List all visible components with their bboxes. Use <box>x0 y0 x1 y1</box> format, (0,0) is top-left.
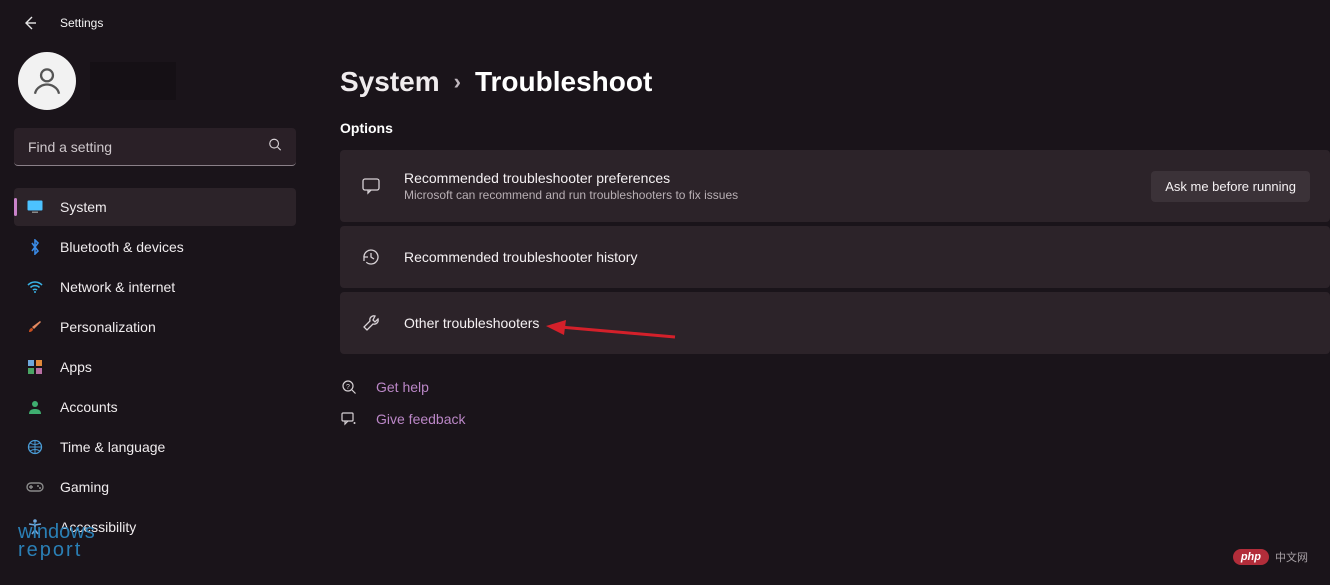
sidebar-item-system[interactable]: System <box>14 188 296 226</box>
get-help-label: Get help <box>376 379 429 395</box>
gamepad-icon <box>26 478 44 496</box>
breadcrumb-current: Troubleshoot <box>475 66 652 98</box>
wrench-icon <box>360 312 382 334</box>
apps-icon <box>26 358 44 376</box>
card-title: Recommended troubleshooter history <box>404 249 1310 265</box>
search-input[interactable] <box>14 128 296 166</box>
feedback-label: Give feedback <box>376 411 466 427</box>
person-icon <box>26 398 44 416</box>
feedback-icon <box>340 410 358 428</box>
titlebar: Settings <box>0 0 1330 46</box>
sidebar-item-gaming[interactable]: Gaming <box>14 468 296 506</box>
help-icon: ? <box>340 378 358 396</box>
sidebar-item-time-language[interactable]: Time & language <box>14 428 296 466</box>
breadcrumb: System › Troubleshoot <box>340 66 1330 98</box>
arrow-left-icon <box>22 15 38 31</box>
sidebar-item-network-internet[interactable]: Network & internet <box>14 268 296 306</box>
history-icon <box>360 246 382 268</box>
accessibility-icon <box>26 518 44 536</box>
badge-text: 中文网 <box>1275 549 1308 565</box>
source-badge: php 中文网 <box>1233 549 1308 565</box>
settings-card[interactable]: Other troubleshooters <box>340 292 1330 354</box>
person-icon <box>30 64 64 98</box>
sidebar-item-label: Accessibility <box>60 519 136 535</box>
globe-clock-icon <box>26 438 44 456</box>
sidebar-item-label: Network & internet <box>60 279 175 295</box>
profile-name <box>90 62 176 100</box>
sidebar-item-label: System <box>60 199 107 215</box>
sidebar-item-label: Apps <box>60 359 92 375</box>
sidebar-item-label: Gaming <box>60 479 109 495</box>
sidebar-item-personalization[interactable]: Personalization <box>14 308 296 346</box>
svg-text:?: ? <box>346 384 350 391</box>
wifi-icon <box>26 278 44 296</box>
settings-card[interactable]: Recommended troubleshooter history <box>340 226 1330 288</box>
help-links: ? Get help Give feedback <box>340 378 1330 428</box>
sidebar-item-label: Accounts <box>60 399 118 415</box>
section-title: Options <box>340 120 1330 136</box>
sidebar-item-bluetooth-devices[interactable]: Bluetooth & devices <box>14 228 296 266</box>
sidebar-item-label: Time & language <box>60 439 165 455</box>
sidebar: System Bluetooth & devices Network & inter… <box>0 46 310 585</box>
sidebar-item-accounts[interactable]: Accounts <box>14 388 296 426</box>
sidebar-item-label: Bluetooth & devices <box>60 239 184 255</box>
search-icon <box>268 138 282 157</box>
main-content: System › Troubleshoot Options Recommende… <box>310 46 1330 585</box>
card-action-dropdown[interactable]: Ask me before running <box>1151 171 1310 202</box>
php-pill: php <box>1233 549 1269 565</box>
nav-list: System Bluetooth & devices Network & inter… <box>14 188 296 546</box>
app-title: Settings <box>60 16 103 30</box>
chevron-right-icon: › <box>454 69 461 95</box>
avatar <box>18 52 76 110</box>
bluetooth-icon <box>26 238 44 256</box>
sidebar-item-label: Personalization <box>60 319 156 335</box>
cards-list: Recommended troubleshooter preferences Mi… <box>340 150 1330 354</box>
settings-card[interactable]: Recommended troubleshooter preferences Mi… <box>340 150 1330 222</box>
card-title: Other troubleshooters <box>404 315 1310 331</box>
breadcrumb-root[interactable]: System <box>340 66 440 98</box>
profile-block[interactable] <box>14 52 296 110</box>
card-title: Recommended troubleshooter preferences <box>404 170 1129 186</box>
sidebar-item-apps[interactable]: Apps <box>14 348 296 386</box>
chat-icon <box>360 175 382 197</box>
paintbrush-icon <box>26 318 44 336</box>
card-subtitle: Microsoft can recommend and run troubles… <box>404 188 1129 202</box>
monitor-icon <box>26 198 44 216</box>
back-button[interactable] <box>20 13 40 33</box>
get-help-link[interactable]: ? Get help <box>340 378 1330 396</box>
search-field[interactable] <box>14 128 296 166</box>
sidebar-item-accessibility[interactable]: Accessibility <box>14 508 296 546</box>
feedback-link[interactable]: Give feedback <box>340 410 1330 428</box>
